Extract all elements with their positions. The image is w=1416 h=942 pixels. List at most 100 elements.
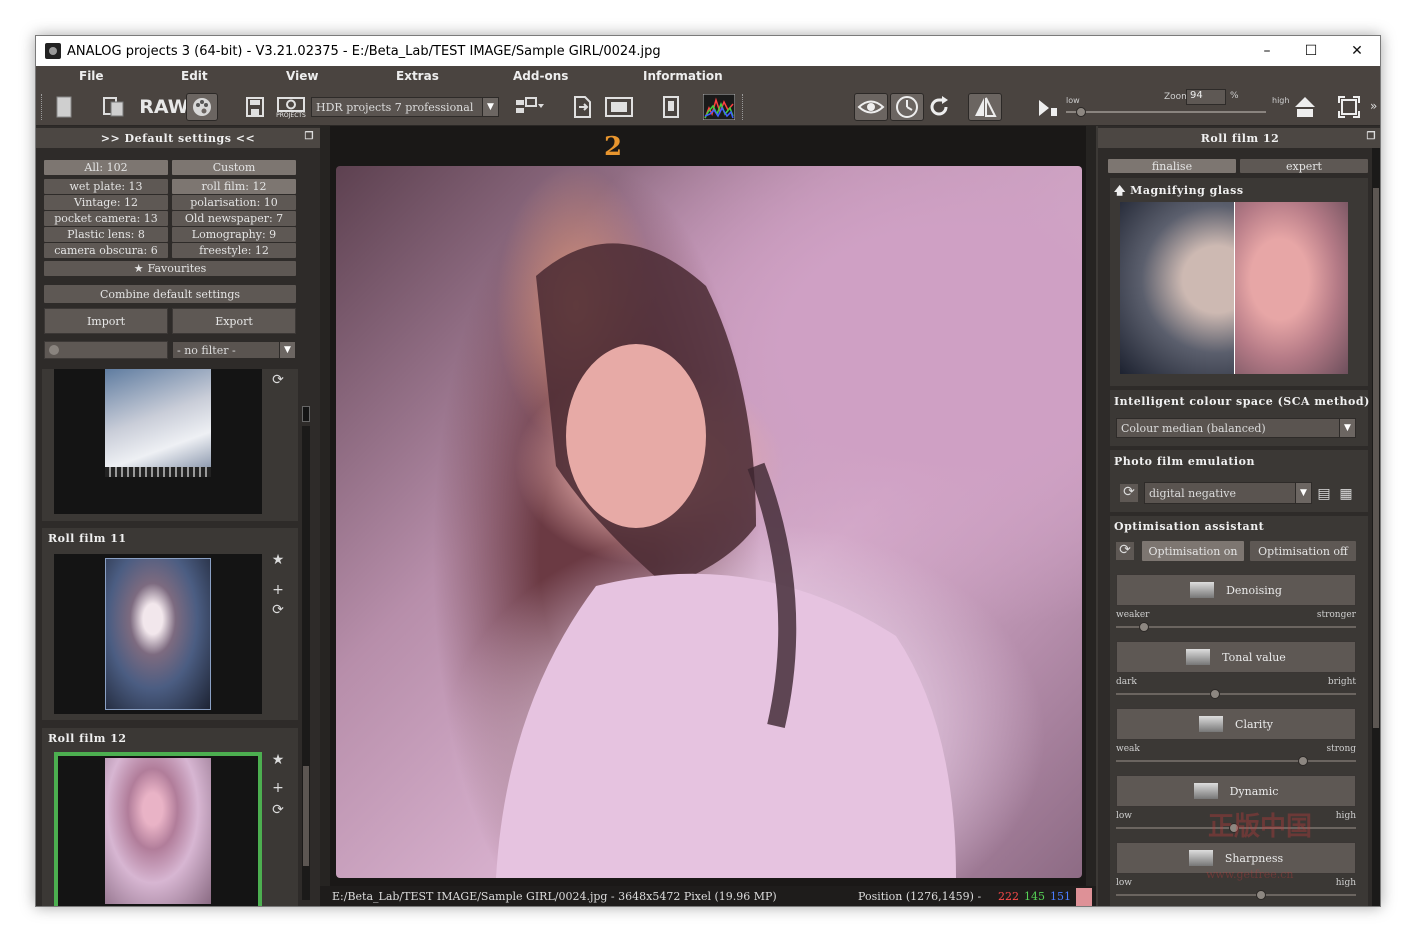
- maximize-button[interactable]: ☐: [1288, 36, 1334, 66]
- right-scrollbar-thumb[interactable]: [1373, 188, 1379, 728]
- combine-default-settings-button[interactable]: Combine default settings: [44, 285, 296, 303]
- eye-preview-icon[interactable]: [854, 93, 888, 121]
- category-vintage[interactable]: Vintage: 12: [44, 195, 168, 210]
- menu-view[interactable]: View: [286, 69, 318, 83]
- denoising-button[interactable]: Denoising: [1116, 574, 1356, 606]
- search-input[interactable]: [44, 341, 168, 359]
- tab-expert[interactable]: expert: [1240, 159, 1368, 173]
- main-photo[interactable]: [336, 166, 1082, 878]
- colour-space-select[interactable]: Colour median (balanced) ▼: [1116, 418, 1356, 438]
- filter-select[interactable]: - no filter - ▼: [172, 341, 296, 359]
- category-plastic-lens[interactable]: Plastic lens: 8: [44, 227, 168, 242]
- redo-icon[interactable]: [926, 93, 952, 121]
- zoom-slider-knob[interactable]: [1076, 107, 1086, 117]
- hdr-projects-select[interactable]: HDR projects 7 professional ▼: [311, 97, 499, 117]
- category-freestyle[interactable]: freestyle: 12: [172, 243, 296, 258]
- favourite-star-icon[interactable]: ★: [270, 752, 286, 768]
- zoom-input[interactable]: 94: [1186, 89, 1226, 105]
- import-button[interactable]: Import: [44, 308, 168, 334]
- add-icon[interactable]: +: [270, 582, 286, 598]
- export-icon[interactable]: [572, 93, 594, 121]
- slider-knob[interactable]: [1139, 622, 1149, 632]
- magnifier-preview[interactable]: [1120, 202, 1348, 374]
- slider-knob[interactable]: [1298, 756, 1308, 766]
- histogram-icon[interactable]: [702, 93, 736, 121]
- palette-icon[interactable]: [186, 93, 218, 121]
- layout-menu-icon[interactable]: [512, 93, 548, 121]
- category-roll-film[interactable]: roll film: 12: [172, 179, 296, 194]
- menu-file[interactable]: File: [79, 69, 104, 83]
- scrollbar-up[interactable]: [302, 406, 310, 422]
- category-pocket-camera[interactable]: pocket camera: 13: [44, 211, 168, 226]
- zoom-out-icon[interactable]: [1036, 93, 1060, 121]
- open-files-icon[interactable]: [102, 93, 126, 121]
- split-view-icon[interactable]: [968, 93, 1002, 121]
- image-viewer[interactable]: 2: [320, 126, 1096, 906]
- roll-thumbnail-frame-selected: [54, 752, 262, 906]
- film-settings-icon[interactable]: ▦: [1338, 486, 1354, 502]
- save-icon[interactable]: [244, 93, 266, 121]
- toolbar-overflow-icon[interactable]: »: [1370, 99, 1377, 113]
- right-scrollbar[interactable]: [1372, 148, 1380, 906]
- control-slider[interactable]: [1116, 689, 1356, 699]
- undock-icon[interactable]: ❐: [1367, 131, 1376, 142]
- category-polarisation[interactable]: polarisation: 10: [172, 195, 296, 210]
- projects-button[interactable]: PROJECTS: [274, 93, 308, 121]
- category-wet-plate[interactable]: wet plate: 13: [44, 179, 168, 194]
- control-slider[interactable]: [1116, 890, 1356, 900]
- roll-thumbnail-image[interactable]: [105, 558, 211, 710]
- roll-thumbnail-image[interactable]: [105, 758, 211, 904]
- film-folder-icon[interactable]: ▤: [1316, 486, 1332, 502]
- category-custom[interactable]: Custom: [172, 160, 296, 175]
- reset-icon[interactable]: ⟳: [1120, 484, 1138, 502]
- clarity-button[interactable]: Clarity: [1116, 708, 1356, 740]
- optimisation-off-button[interactable]: Optimisation off: [1250, 541, 1356, 561]
- category-lomography[interactable]: Lomography: 9: [172, 227, 296, 242]
- reset-icon[interactable]: ⟳: [1116, 542, 1134, 560]
- zoom-slider[interactable]: [1066, 107, 1266, 117]
- control-slider[interactable]: [1116, 756, 1356, 766]
- left-scrollbar-thumb[interactable]: [303, 766, 309, 866]
- menu-information[interactable]: Information: [643, 69, 723, 83]
- minimize-button[interactable]: –: [1244, 36, 1290, 66]
- tonal-value-button[interactable]: Tonal value: [1116, 641, 1356, 673]
- film-emulation-value: digital negative: [1149, 486, 1236, 500]
- roll-card-11[interactable]: Roll film 11 ★ + ⟳: [42, 528, 298, 720]
- category-camera-obscura[interactable]: camera obscura: 6: [44, 243, 168, 258]
- roll-thumbnail-image[interactable]: [105, 369, 211, 475]
- reset-icon[interactable]: ⟳: [270, 802, 286, 818]
- roll-card[interactable]: ⟳: [42, 369, 298, 521]
- menu-extras[interactable]: Extras: [396, 69, 439, 83]
- undock-icon[interactable]: ❐: [305, 131, 314, 142]
- raw-button[interactable]: RAW: [139, 93, 188, 121]
- slider-knob[interactable]: [1256, 890, 1266, 900]
- dynamic-button[interactable]: Dynamic: [1116, 775, 1356, 807]
- favourites-button[interactable]: ★ Favourites: [44, 261, 296, 276]
- left-scrollbar[interactable]: [302, 426, 310, 900]
- compare-clock-icon[interactable]: [890, 93, 924, 121]
- magnifier-divider[interactable]: [1234, 202, 1235, 374]
- close-button[interactable]: ✕: [1334, 36, 1380, 66]
- control-slider[interactable]: [1116, 622, 1356, 632]
- favourite-star-icon[interactable]: ★: [270, 552, 286, 568]
- film-emulation-select[interactable]: digital negative ▼: [1144, 482, 1312, 504]
- info-icon[interactable]: [660, 93, 682, 121]
- category-all[interactable]: All: 102: [44, 160, 168, 175]
- slider-knob[interactable]: [1210, 689, 1220, 699]
- add-icon[interactable]: +: [270, 780, 286, 796]
- fit-screen-icon[interactable]: [1336, 93, 1362, 121]
- reset-icon[interactable]: ⟳: [270, 602, 286, 618]
- menu-edit[interactable]: Edit: [181, 69, 208, 83]
- export-button[interactable]: Export: [172, 308, 296, 334]
- optimisation-on-button[interactable]: Optimisation on: [1142, 541, 1244, 561]
- reset-icon[interactable]: ⟳: [270, 372, 286, 388]
- tab-finalise[interactable]: finalise: [1108, 159, 1236, 173]
- arrow-up-icon: 🡅: [1114, 184, 1131, 197]
- category-old-newspaper[interactable]: Old newspaper: 7: [172, 211, 296, 226]
- new-file-icon[interactable]: [54, 93, 74, 121]
- filmstrip-icon[interactable]: [604, 93, 634, 121]
- menu-add-ons[interactable]: Add-ons: [513, 69, 568, 83]
- zoom-in-icon[interactable]: [1292, 93, 1318, 121]
- magnifier-section: 🡅 Magnifying glass: [1110, 178, 1368, 386]
- roll-card-12[interactable]: Roll film 12 ★ + ⟳: [42, 728, 298, 906]
